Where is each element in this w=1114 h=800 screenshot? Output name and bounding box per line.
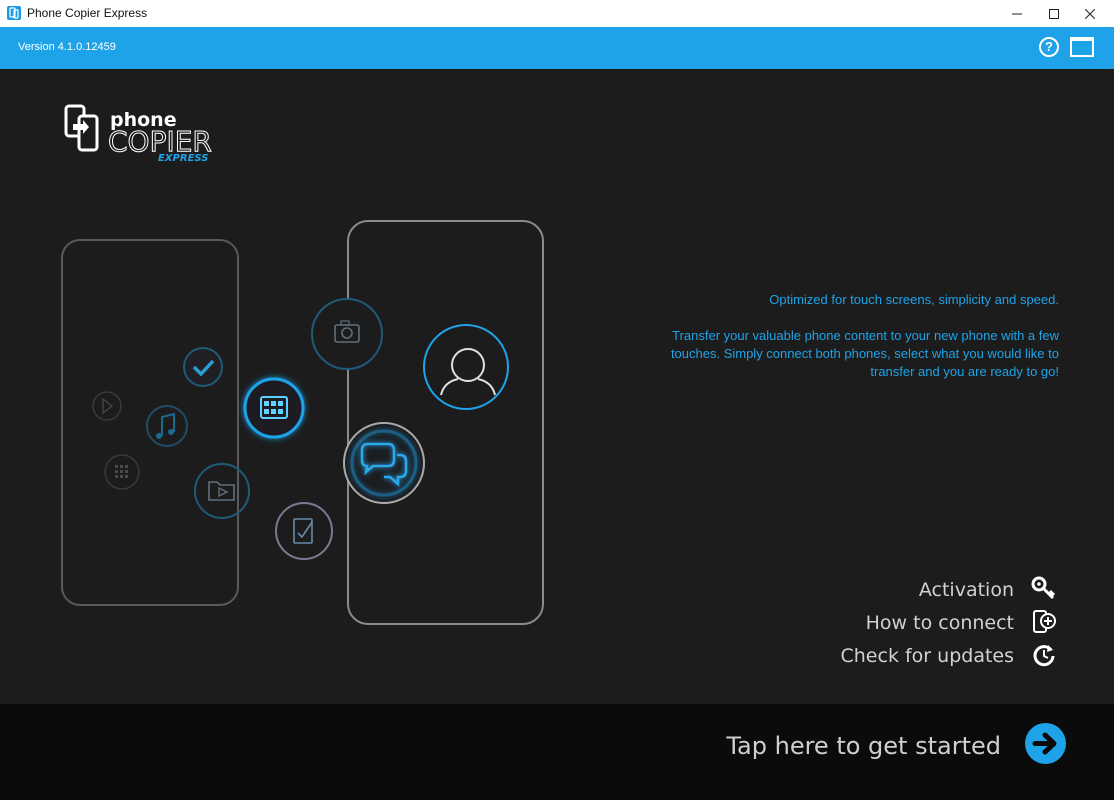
check-updates-link[interactable]: Check for updates xyxy=(841,645,1015,667)
get-started-button[interactable] xyxy=(1025,723,1066,764)
arrow-right-icon xyxy=(1032,732,1057,755)
connect-phone-icon[interactable] xyxy=(1031,609,1057,635)
activation-link[interactable]: Activation xyxy=(919,579,1014,601)
checkmark-icon xyxy=(183,347,223,387)
notes-icon xyxy=(275,502,333,560)
apps-grid-icon xyxy=(104,454,140,490)
contact-icon xyxy=(423,324,509,410)
tagline-text: Optimized for touch screens, simplicity … xyxy=(769,292,1059,307)
video-icon xyxy=(92,391,122,421)
messages-icon xyxy=(343,422,425,504)
maximize-icon xyxy=(1049,8,1059,19)
calendar-icon xyxy=(243,377,305,439)
new-phone-outline xyxy=(347,220,544,625)
close-button[interactable] xyxy=(1072,0,1108,27)
window-mode-button[interactable] xyxy=(1070,37,1094,57)
maximize-button[interactable] xyxy=(1036,0,1072,27)
how-to-connect-link[interactable]: How to connect xyxy=(866,612,1014,634)
key-icon[interactable] xyxy=(1031,576,1057,602)
old-phone-outline xyxy=(61,239,239,606)
get-started-label[interactable]: Tap here to get started xyxy=(726,732,1001,760)
close-icon xyxy=(1085,8,1095,19)
phones-illustration xyxy=(61,220,544,625)
update-icon[interactable] xyxy=(1031,642,1057,668)
minimize-button[interactable] xyxy=(999,0,1035,27)
camera-icon xyxy=(311,298,383,370)
help-button[interactable]: ? xyxy=(1039,37,1059,57)
description-text: Transfer your valuable phone content to … xyxy=(670,328,1059,379)
footer-bar[interactable]: Tap here to get started xyxy=(0,704,1114,800)
minimize-icon xyxy=(1012,13,1022,14)
music-icon xyxy=(146,405,188,447)
media-folder-icon xyxy=(194,463,250,519)
